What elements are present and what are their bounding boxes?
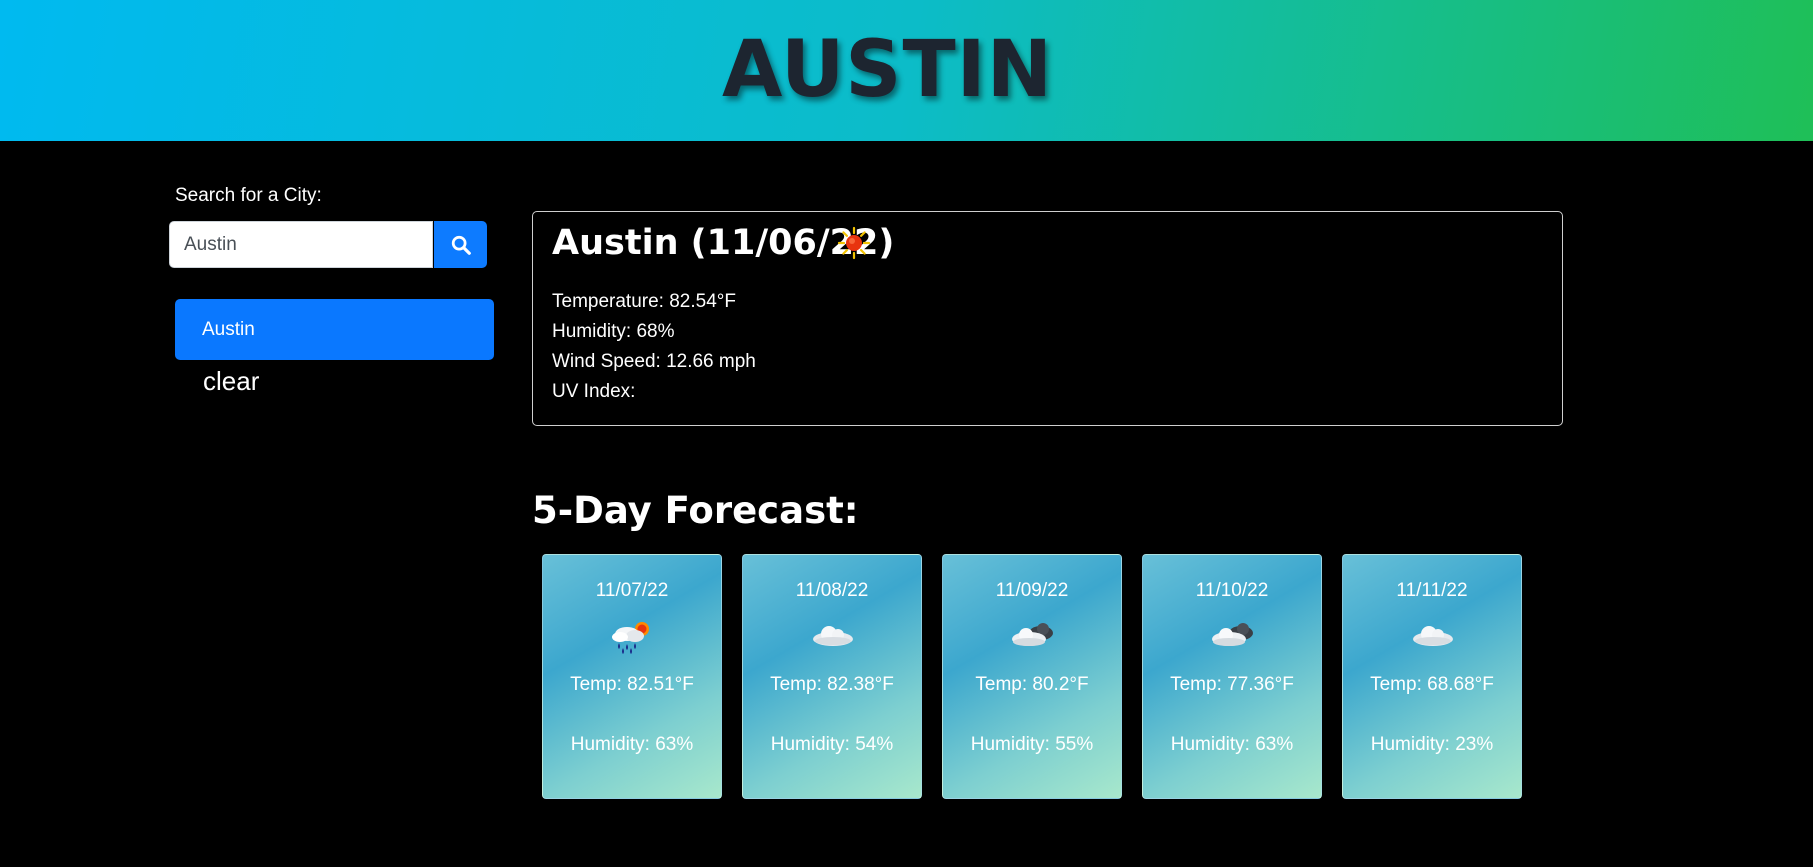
clear-history-button[interactable]: clear [203, 366, 259, 397]
forecast-humidity: Humidity: 55% [970, 734, 1094, 755]
forecast-date: 11/10/22 [1195, 580, 1269, 601]
forecast-humidity: Humidity: 54% [770, 734, 894, 755]
search-button[interactable] [434, 221, 487, 268]
forecast-date: 11/08/22 [795, 580, 869, 601]
forecast-date: 11/09/22 [995, 580, 1069, 601]
sun-icon [837, 226, 871, 260]
forecast-card: 11/07/22 Temp: 82.51°F Humidity: 63% [542, 554, 722, 799]
current-weather-card: Austin (11/06/22) Temperature: 82.54°F H… [532, 211, 1563, 426]
forecast-humidity: Humidity: 23% [1370, 734, 1494, 755]
current-humidity: Humidity: 68% [552, 321, 675, 342]
header-banner: AUSTIN [0, 0, 1813, 141]
forecast-card: 11/08/22 Temp: 82.38°F Humidity: 54% [742, 554, 922, 799]
forecast-card: 11/10/22 Temp: 77.36°F Humidity: 63% [1142, 554, 1322, 799]
city-search-input[interactable] [169, 221, 433, 268]
forecast-humidity: Humidity: 63% [1170, 734, 1294, 755]
current-wind-speed: Wind Speed: 12.66 mph [552, 351, 756, 372]
forecast-card: 11/09/22 Temp: 80.2°F Humidity: 55% [942, 554, 1122, 799]
forecast-humidity: Humidity: 63% [570, 734, 694, 755]
forecast-title: 5-Day Forecast: [532, 489, 859, 532]
page-title: AUSTIN [722, 25, 1053, 115]
current-temperature: Temperature: 82.54°F [552, 291, 736, 312]
dark-cloud-icon [1212, 623, 1253, 646]
cloud-icon [813, 626, 853, 646]
current-uv-index: UV Index: [552, 381, 636, 402]
forecast-date: 11/07/22 [595, 580, 669, 601]
forecast-temp: Temp: 82.51°F [570, 674, 694, 695]
search-icon [451, 235, 471, 255]
forecast-temp: Temp: 68.68°F [1370, 674, 1494, 695]
forecast-card: 11/11/22 Temp: 68.68°F Humidity: 23% [1342, 554, 1522, 799]
forecast-date: 11/11/22 [1396, 580, 1468, 601]
forecast-temp: Temp: 77.36°F [1170, 674, 1294, 695]
forecast-temp: Temp: 82.38°F [770, 674, 894, 695]
forecast-temp: Temp: 80.2°F [975, 674, 1089, 695]
history-item-label: Austin [202, 318, 255, 340]
history-item-austin[interactable]: Austin [175, 299, 494, 360]
cloud-icon [1413, 626, 1453, 646]
dark-cloud-icon [1012, 623, 1053, 646]
search-label: Search for a City: [175, 185, 322, 206]
rain-sun-icon [612, 622, 649, 654]
